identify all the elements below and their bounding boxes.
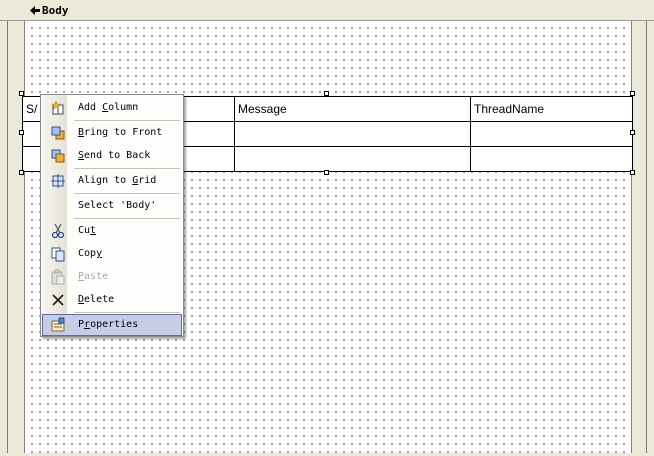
menu-separator — [74, 193, 180, 194]
menu-separator — [74, 312, 180, 313]
menu-label: Add Column — [78, 102, 139, 113]
menu-item-copy[interactable]: Copy — [42, 243, 182, 265]
menu-label: Delete — [78, 294, 115, 305]
copy-icon — [51, 247, 65, 262]
bring-to-front-icon — [51, 126, 65, 140]
header-cell[interactable]: ThreadName — [470, 96, 633, 122]
delete-icon — [52, 294, 64, 306]
menu-label: Paste — [78, 271, 109, 282]
band-label: Body — [42, 4, 69, 17]
menu-item-bring-to-front[interactable]: Bring to Front — [42, 122, 182, 144]
menu-label: Send to Back — [78, 150, 151, 161]
add-column-icon — [51, 100, 64, 115]
menu-item-properties[interactable]: Properties — [42, 314, 182, 336]
menu-separator — [74, 120, 180, 121]
resize-handle-top[interactable] — [324, 91, 329, 96]
resize-handle-left[interactable] — [19, 130, 24, 135]
table-cell[interactable] — [470, 121, 633, 147]
resize-handle-right[interactable] — [630, 130, 635, 135]
menu-label: Select 'Body' — [78, 200, 157, 211]
context-menu: Add Column Bring to Front Send to Back A… — [40, 94, 184, 337]
menu-label: Properties — [78, 319, 139, 330]
menu-separator — [74, 218, 180, 219]
right-ruler-gutter — [632, 21, 654, 456]
header-cell[interactable]: S/ — [22, 96, 41, 122]
table-cell[interactable] — [470, 146, 633, 172]
table-cell[interactable] — [234, 146, 471, 172]
header-cell[interactable]: Message — [234, 96, 471, 122]
menu-label: Cut — [78, 225, 97, 236]
menu-label: Align to Grid — [78, 175, 157, 186]
send-to-back-icon — [51, 149, 65, 163]
resize-handle-bottom-left[interactable] — [19, 170, 24, 175]
menu-item-delete[interactable]: Delete — [42, 289, 182, 311]
menu-label: Copy — [78, 248, 103, 259]
resize-handle-bottom[interactable] — [324, 170, 329, 175]
menu-item-select-body[interactable]: Select 'Body' — [42, 195, 182, 217]
menu-label: Bring to Front — [78, 127, 163, 138]
properties-icon — [51, 317, 65, 332]
left-ruler-gutter — [0, 21, 24, 456]
body-band-header[interactable]: Body — [0, 0, 654, 21]
menu-item-send-to-back[interactable]: Send to Back — [42, 145, 182, 167]
cut-icon — [51, 223, 65, 239]
menu-item-align-to-grid[interactable]: Align to Grid — [42, 170, 182, 192]
table-cell[interactable] — [234, 121, 471, 147]
align-to-grid-icon — [51, 174, 65, 188]
menu-item-add-column[interactable]: Add Column — [42, 97, 182, 119]
menu-item-cut[interactable]: Cut — [42, 220, 182, 242]
menu-item-paste[interactable]: Paste — [42, 266, 182, 288]
resize-handle-top-left[interactable] — [19, 91, 24, 96]
collapse-arrow-icon[interactable] — [30, 6, 40, 15]
table-cell[interactable] — [22, 121, 41, 147]
resize-handle-top-right[interactable] — [630, 91, 635, 96]
table-cell[interactable] — [22, 146, 41, 172]
menu-separator — [74, 168, 180, 169]
paste-icon — [51, 269, 65, 285]
resize-handle-bottom-right[interactable] — [630, 170, 635, 175]
